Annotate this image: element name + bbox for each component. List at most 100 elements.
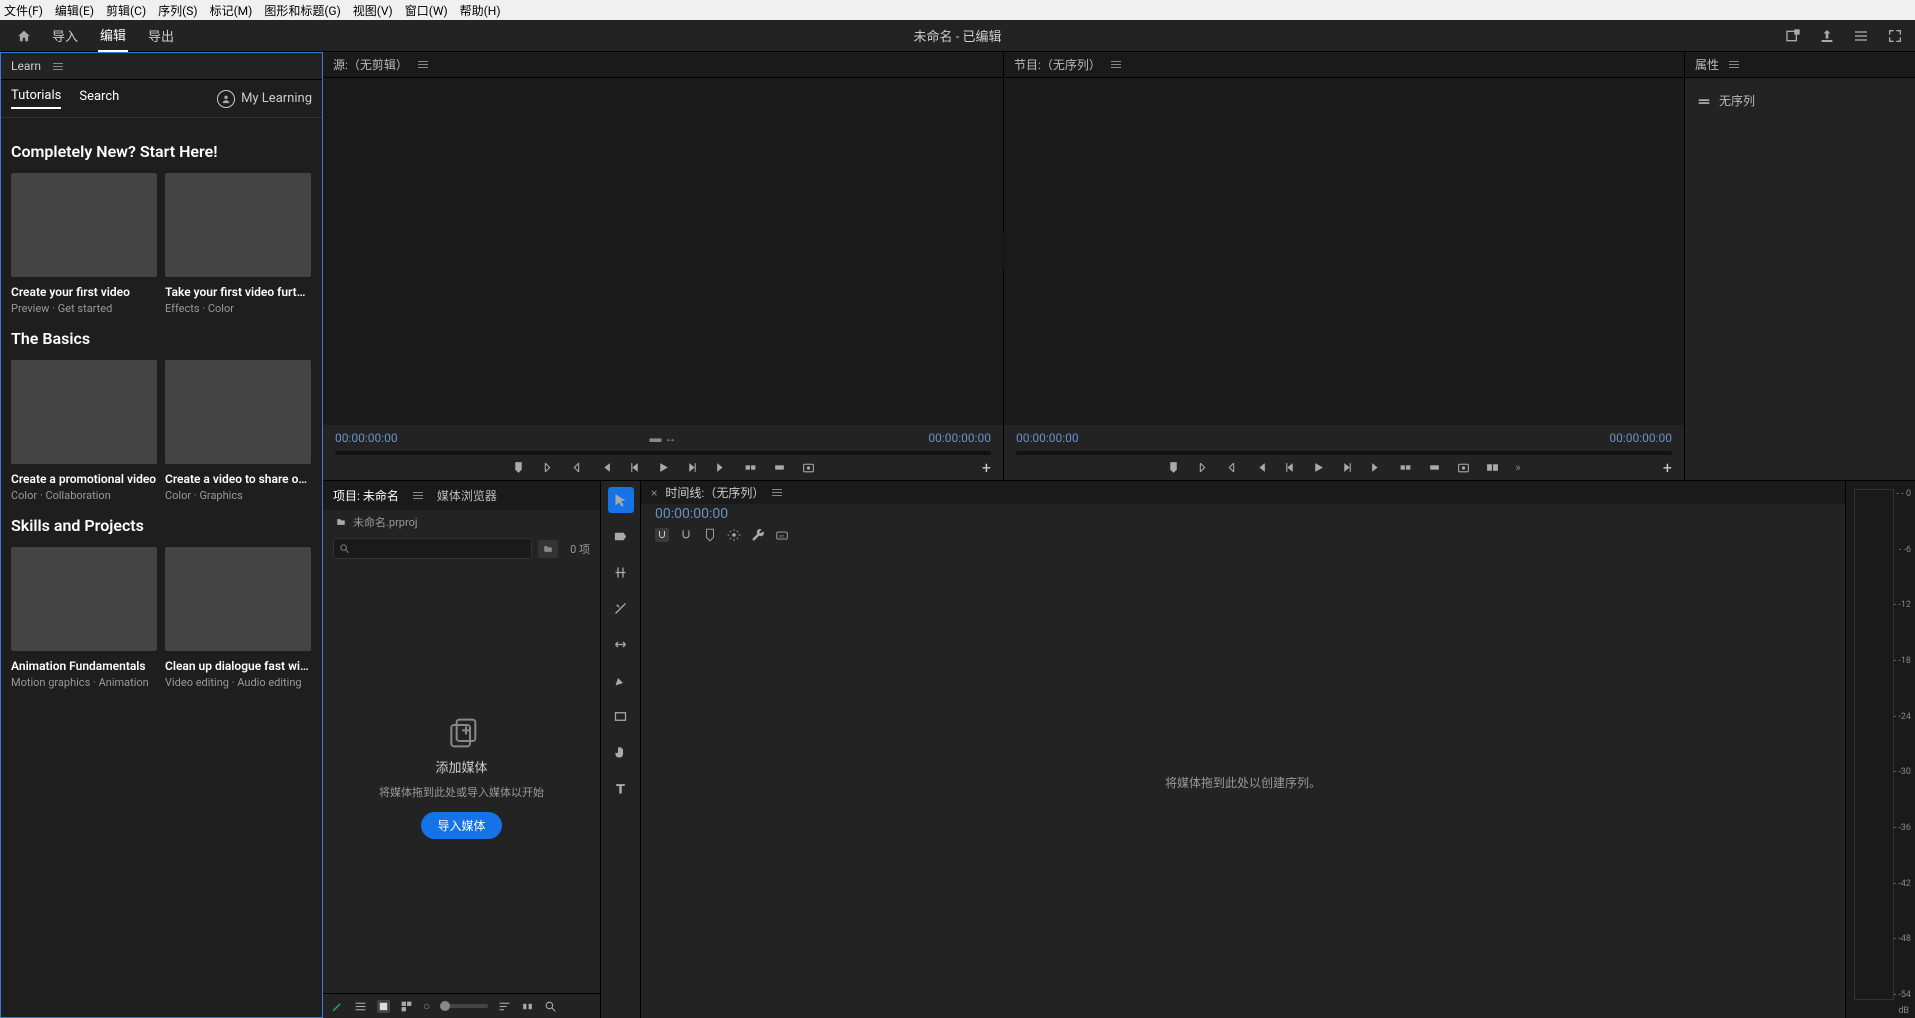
close-icon[interactable]: ×	[651, 486, 657, 500]
workspace-menu-icon[interactable]	[1853, 28, 1869, 44]
tab-tutorials[interactable]: Tutorials	[11, 88, 61, 109]
play-icon[interactable]	[1312, 461, 1325, 474]
export-frame-icon[interactable]	[802, 461, 815, 474]
more-icon[interactable]: »	[1515, 461, 1520, 474]
tab-project[interactable]: 项目: 未命名	[331, 484, 401, 507]
overwrite-icon[interactable]	[773, 461, 786, 474]
home-icon[interactable]	[16, 29, 32, 43]
quick-export-icon[interactable]	[1785, 28, 1801, 44]
menu-graphics[interactable]: 图形和标题(G)	[264, 2, 340, 19]
tutorial-card[interactable]: Create a promotional video Color · Colla…	[11, 360, 157, 502]
in-point-icon[interactable]	[541, 461, 554, 474]
import-media-button[interactable]: 导入媒体	[421, 812, 501, 839]
step-forward-icon[interactable]	[1341, 461, 1354, 474]
hand-tool[interactable]	[608, 739, 634, 765]
in-point-icon[interactable]	[1196, 461, 1209, 474]
tutorial-card[interactable]: Create your first video Preview · Get st…	[11, 173, 157, 315]
tutorial-card[interactable]: Animation Fundamentals Motion graphics ·…	[11, 547, 157, 689]
source-tab[interactable]: 源:（无剪辑）	[333, 56, 408, 73]
track-select-tool[interactable]	[608, 523, 634, 549]
sort-icon[interactable]	[498, 1000, 511, 1013]
zoom-out-icon[interactable]: ○	[423, 999, 430, 1013]
tutorial-card[interactable]: Take your first video further Effects · …	[165, 173, 311, 315]
program-tab[interactable]: 节目:（无序列）	[1014, 56, 1101, 73]
step-back-icon[interactable]	[628, 461, 641, 474]
timeline-tab[interactable]: 时间线:（无序列）	[665, 484, 764, 501]
selection-tool[interactable]	[608, 487, 634, 513]
nav-edit[interactable]: 编辑	[98, 19, 128, 52]
freeform-view-icon[interactable]	[400, 1000, 413, 1013]
search-input[interactable]	[333, 538, 532, 559]
button-editor-icon[interactable]: +	[982, 458, 991, 477]
project-drop-zone[interactable]: 添加媒体 将媒体拖到此处或导入媒体以开始 导入媒体	[323, 563, 600, 993]
goto-out-icon[interactable]	[715, 461, 728, 474]
panel-menu-icon[interactable]	[1111, 61, 1121, 68]
type-tool[interactable]	[608, 775, 634, 801]
snap-icon[interactable]	[655, 528, 669, 542]
pen-icon[interactable]	[331, 1000, 344, 1013]
timeline-drop-zone[interactable]: 将媒体拖到此处以创建序列。	[641, 546, 1845, 1018]
panel-menu-icon[interactable]	[772, 489, 782, 496]
thumbnail-size-slider[interactable]	[440, 1004, 488, 1008]
menu-sequence[interactable]: 序列(S)	[158, 2, 197, 19]
icon-view-icon[interactable]	[377, 1000, 390, 1013]
step-back-icon[interactable]	[1283, 461, 1296, 474]
source-tc-out[interactable]: 00:00:00:00	[928, 431, 991, 445]
fullscreen-icon[interactable]	[1887, 28, 1903, 44]
comparison-view-icon[interactable]	[1486, 461, 1499, 474]
out-point-icon[interactable]	[570, 461, 583, 474]
goto-in-icon[interactable]	[1254, 461, 1267, 474]
tutorial-card[interactable]: Create a video to share on ... Color · G…	[165, 360, 311, 502]
lift-icon[interactable]	[1399, 461, 1412, 474]
settings-icon[interactable]	[727, 528, 741, 542]
properties-tab[interactable]: 属性	[1695, 56, 1719, 73]
marker-icon[interactable]	[1167, 461, 1180, 474]
menu-help[interactable]: 帮助(H)	[460, 2, 501, 19]
timeline-timecode[interactable]: 00:00:00:00	[641, 504, 1845, 524]
panel-menu-icon[interactable]	[418, 61, 428, 68]
export-frame-icon[interactable]	[1457, 461, 1470, 474]
slip-tool[interactable]	[608, 631, 634, 657]
insert-icon[interactable]	[744, 461, 757, 474]
new-bin-button[interactable]	[538, 540, 558, 558]
nav-import[interactable]: 导入	[50, 20, 80, 51]
find-icon[interactable]	[544, 1000, 557, 1013]
nav-export[interactable]: 导出	[146, 20, 176, 51]
program-tc-in[interactable]: 00:00:00:00	[1016, 431, 1079, 445]
razor-tool[interactable]	[608, 595, 634, 621]
wrench-icon[interactable]	[751, 528, 765, 542]
goto-out-icon[interactable]	[1370, 461, 1383, 474]
button-editor-icon[interactable]: +	[1663, 458, 1672, 477]
menu-edit[interactable]: 编辑(E)	[55, 2, 94, 19]
my-learning-button[interactable]: My Learning	[217, 90, 312, 108]
panel-menu-icon[interactable]	[413, 492, 423, 499]
linked-selection-icon[interactable]	[679, 528, 693, 542]
ripple-edit-tool[interactable]	[608, 559, 634, 585]
tutorial-card[interactable]: Clean up dialogue fast wit... Video edit…	[165, 547, 311, 689]
menu-file[interactable]: 文件(F)	[4, 2, 43, 19]
goto-in-icon[interactable]	[599, 461, 612, 474]
panel-menu-icon[interactable]	[53, 63, 63, 70]
marker-icon[interactable]	[512, 461, 525, 474]
pen-tool[interactable]	[608, 667, 634, 693]
menu-clip[interactable]: 剪辑(C)	[106, 2, 146, 19]
marker-add-icon[interactable]	[703, 528, 717, 542]
menu-view[interactable]: 视图(V)	[353, 2, 393, 19]
source-tc-in[interactable]: 00:00:00:00	[335, 431, 398, 445]
out-point-icon[interactable]	[1225, 461, 1238, 474]
automate-icon[interactable]	[521, 1000, 534, 1013]
play-icon[interactable]	[657, 461, 670, 474]
tab-search[interactable]: Search	[79, 89, 119, 108]
rectangle-tool[interactable]	[608, 703, 634, 729]
step-forward-icon[interactable]	[686, 461, 699, 474]
program-tc-out[interactable]: 00:00:00:00	[1609, 431, 1672, 445]
caption-icon[interactable]: cc	[775, 528, 789, 542]
list-view-icon[interactable]	[354, 1000, 367, 1013]
share-icon[interactable]	[1819, 28, 1835, 44]
extract-icon[interactable]	[1428, 461, 1441, 474]
menu-marker[interactable]: 标记(M)	[210, 2, 253, 19]
menu-window[interactable]: 窗口(W)	[405, 2, 448, 19]
learn-tab[interactable]: Learn	[1, 53, 322, 80]
tab-media-browser[interactable]: 媒体浏览器	[435, 484, 499, 507]
panel-menu-icon[interactable]	[1729, 61, 1739, 68]
